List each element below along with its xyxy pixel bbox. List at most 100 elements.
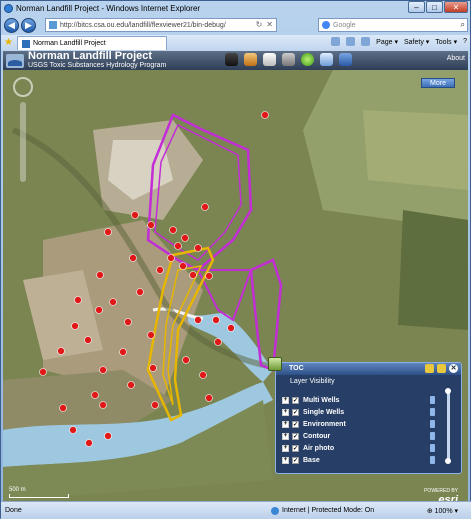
home-icon[interactable] (331, 37, 341, 46)
layer-checkbox[interactable]: ✓ (292, 432, 299, 440)
scale-label: 500 m (9, 487, 26, 493)
layer-label: Environment (303, 420, 346, 428)
globe-icon[interactable] (301, 53, 314, 66)
app-subtitle: USGS Toxic Substances Hydrology Program (28, 61, 167, 69)
layer-label: Single Wells (303, 408, 345, 416)
status-text: Done (5, 507, 22, 514)
search-icon[interactable] (282, 53, 295, 66)
expand-icon[interactable]: + (282, 408, 289, 416)
map-view[interactable]: More 500 m POWERED BY esri TOC ✕ Layer V… (3, 70, 468, 501)
search-placeholder: Google (333, 21, 356, 29)
pan-control[interactable] (13, 77, 33, 97)
toc-subtitle: Layer Visibility (290, 378, 335, 385)
google-icon (322, 21, 330, 29)
opacity-icon[interactable] (430, 456, 435, 464)
browser-tab[interactable]: Norman Landfill Project (17, 36, 167, 50)
security-zone[interactable]: Internet | Protected Mode: On (271, 506, 375, 515)
layer-checkbox[interactable]: ✓ (292, 444, 299, 452)
address-bar[interactable]: http://bitcs.csa.ou.edu/landfill/flexvie… (45, 18, 277, 32)
layer-item-environment[interactable]: + ✓ Environment (282, 418, 435, 430)
browser-titlebar: Norman Landfill Project - Windows Intern… (1, 1, 470, 15)
status-bar: Done Internet | Protected Mode: On ⊕ 100… (1, 501, 471, 519)
print-icon[interactable] (263, 53, 276, 66)
layers-icon[interactable] (244, 53, 257, 66)
layer-checkbox[interactable]: ✓ (292, 420, 299, 428)
tab-row: ★ Norman Landfill Project Page ▾ Safety … (1, 35, 470, 51)
layer-item-air-photo[interactable]: + ✓ Air photo (282, 442, 435, 454)
close-panel-icon[interactable]: ✕ (449, 364, 458, 373)
layer-item-multi-wells[interactable]: + ✓ Multi Wells (282, 394, 435, 406)
browser-window: Norman Landfill Project - Windows Intern… (0, 0, 471, 519)
opacity-icon[interactable] (430, 432, 435, 440)
page-icon (49, 21, 57, 29)
window-title: Norman Landfill Project - Windows Intern… (16, 3, 201, 13)
draw-icon[interactable] (339, 53, 352, 66)
expand-icon[interactable]: + (282, 432, 289, 440)
usgs-logo-icon (6, 53, 24, 68)
forward-button[interactable]: ▶ (21, 17, 36, 33)
stop-icon[interactable]: ✕ (266, 20, 273, 29)
toc-header[interactable]: TOC ✕ (268, 357, 461, 375)
command-bar: Page ▾ Safety ▾ Tools ▾ ? (331, 37, 467, 46)
folder-icon[interactable] (425, 364, 434, 373)
edit-icon[interactable] (320, 53, 333, 66)
zoom-level[interactable]: ⊕ 100% ▾ (427, 507, 458, 515)
layer-checkbox[interactable]: ✓ (292, 396, 299, 404)
app-toolbar (225, 53, 352, 66)
minimize-button[interactable]: – (408, 1, 425, 13)
opacity-icon[interactable] (430, 420, 435, 428)
back-button[interactable]: ◀ (4, 17, 19, 33)
map-icon[interactable] (225, 53, 238, 66)
flex-viewer-app: Norman Landfill Project USGS Toxic Subst… (3, 51, 468, 501)
url-text: http://bitcs.csa.ou.edu/landfill/flexvie… (60, 21, 226, 29)
tools-menu[interactable]: Tools ▾ (435, 38, 457, 46)
zoom-slider[interactable] (20, 102, 26, 182)
window-controls: – □ ✕ (407, 1, 468, 13)
esri-logo: POWERED BY esri (424, 488, 458, 501)
refresh-icon[interactable]: ↻ (256, 20, 263, 29)
minimize-panel-icon[interactable] (437, 364, 446, 373)
scale-bar-line (9, 494, 69, 498)
search-box[interactable]: Google ⌕ (318, 18, 468, 32)
zone-label: Internet | Protected Mode: On (282, 507, 375, 514)
toc-title: TOC (289, 365, 304, 372)
toc-panel: TOC ✕ Layer Visibility + ✓ Multi Wells + ✓ S… (268, 357, 462, 474)
opacity-icon[interactable] (430, 444, 435, 452)
layer-label: Contour (303, 432, 331, 440)
expand-icon[interactable]: + (282, 396, 289, 404)
expand-icon[interactable]: + (282, 420, 289, 428)
toc-widget-icon[interactable] (268, 357, 282, 371)
more-button[interactable]: More (421, 78, 455, 88)
app-header: Norman Landfill Project USGS Toxic Subst… (3, 51, 468, 70)
maximize-button[interactable]: □ (426, 1, 443, 13)
layer-item-contour[interactable]: + ✓ Contour (282, 430, 435, 442)
page-menu[interactable]: Page ▾ (376, 38, 398, 46)
globe-icon (271, 506, 279, 515)
expand-icon[interactable]: + (282, 456, 289, 464)
feeds-icon[interactable] (346, 37, 356, 46)
toc-scrollbar[interactable] (445, 388, 451, 464)
expand-icon[interactable]: + (282, 444, 289, 452)
opacity-icon[interactable] (430, 408, 435, 416)
tab-label: Norman Landfill Project (33, 40, 106, 47)
layer-label: Multi Wells (303, 396, 340, 404)
layer-checkbox[interactable]: ✓ (292, 408, 299, 416)
layer-checkbox[interactable]: ✓ (292, 456, 299, 464)
tab-favicon-icon (22, 39, 30, 48)
favorites-star-icon[interactable]: ★ (4, 38, 14, 48)
close-button[interactable]: ✕ (444, 1, 468, 13)
safety-menu[interactable]: Safety ▾ (404, 38, 429, 46)
address-row: ◀ ▶ http://bitcs.csa.ou.edu/landfill/fle… (1, 15, 470, 35)
esri-label: esri (438, 494, 458, 501)
print-icon[interactable] (361, 37, 371, 46)
layer-item-single-wells[interactable]: + ✓ Single Wells (282, 406, 435, 418)
app-title: Norman Landfill Project (28, 51, 153, 62)
layer-list: + ✓ Multi Wells + ✓ Single Wells + ✓ Environme… (282, 394, 435, 466)
layer-label: Air photo (303, 444, 335, 452)
help-menu[interactable]: ? (463, 38, 467, 45)
search-icon[interactable]: ⌕ (461, 20, 465, 30)
about-link[interactable]: About (447, 55, 465, 62)
layer-item-base[interactable]: + ✓ Base (282, 454, 435, 466)
opacity-icon[interactable] (430, 396, 435, 404)
layer-label: Base (303, 456, 320, 464)
